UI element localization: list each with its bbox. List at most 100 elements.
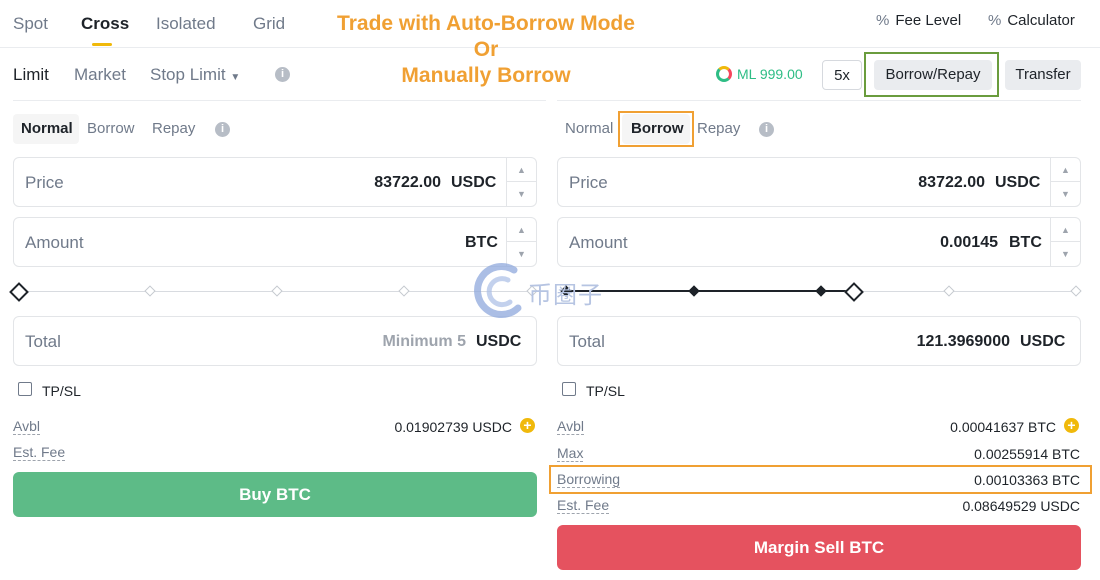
price-label: Price	[25, 173, 64, 192]
plus-circle-icon[interactable]: +	[520, 418, 535, 433]
margin-sell-btc-button[interactable]: Margin Sell BTC	[557, 525, 1081, 570]
margin-level-value: ML 999.00	[737, 66, 803, 82]
annotation-line-3: Manually Borrow	[401, 64, 571, 87]
order-type-divider-left	[13, 100, 546, 101]
amount-label: Amount	[25, 233, 84, 252]
buy-mode-borrow[interactable]: Borrow	[87, 120, 135, 137]
order-type-limit[interactable]: Limit	[13, 65, 49, 85]
amount-stepper[interactable]: ▲ ▼	[1050, 218, 1080, 266]
amount-unit: BTC	[1009, 234, 1042, 251]
max-value: 0.00255914 BTC	[974, 446, 1080, 462]
total-label: Total	[569, 332, 605, 351]
sell-slider-handle[interactable]	[844, 282, 864, 302]
price-stepper[interactable]: ▲ ▼	[1050, 158, 1080, 206]
sell-mode-normal[interactable]: Normal	[565, 120, 613, 137]
price-unit: USDC	[995, 174, 1041, 191]
sell-tpsl-checkbox[interactable]	[562, 382, 576, 396]
order-type-market[interactable]: Market	[74, 65, 126, 85]
order-type-divider-right	[557, 100, 1081, 101]
amount-value: 0.00145	[940, 234, 998, 251]
increment-icon[interactable]: ▲	[507, 158, 536, 182]
avbl-value: 0.00041637 BTC	[950, 419, 1056, 435]
price-stepper[interactable]: ▲ ▼	[506, 158, 536, 206]
chevron-down-icon: ▼	[230, 72, 241, 83]
total-unit: USDC	[476, 333, 522, 350]
buy-btc-button[interactable]: Buy BTC	[13, 472, 537, 517]
buy-mode-normal[interactable]: Normal	[21, 120, 73, 137]
increment-icon[interactable]: ▲	[1051, 158, 1080, 182]
calculator-label: Calculator	[1007, 12, 1075, 29]
price-value: 83722.00	[918, 174, 985, 191]
gauge-icon	[716, 66, 732, 82]
borrow-repay-highlight	[864, 52, 999, 97]
annotation-line-1: Trade with Auto-Borrow Mode	[337, 12, 635, 35]
decrement-icon[interactable]: ▼	[507, 182, 536, 206]
slider-mark-25[interactable]	[144, 285, 156, 297]
info-icon[interactable]: i	[275, 67, 290, 82]
decrement-icon[interactable]: ▼	[1051, 242, 1080, 266]
est-fee-label: Est. Fee	[557, 497, 610, 514]
active-tab-indicator	[92, 43, 112, 46]
sell-price-field[interactable]: Price 83722.00 USDC ▲ ▼	[557, 157, 1081, 207]
slider-mark-100[interactable]	[1070, 285, 1082, 297]
buy-price-field[interactable]: Price 83722.00 USDC ▲ ▼	[13, 157, 537, 207]
avbl-value: 0.01902739 USDC	[394, 419, 512, 435]
sell-mode-repay[interactable]: Repay	[697, 120, 740, 137]
decrement-icon[interactable]: ▼	[1051, 182, 1080, 206]
total-label: Total	[25, 332, 61, 351]
slider-mark-50[interactable]	[815, 285, 827, 297]
tpsl-label: TP/SL	[586, 383, 625, 399]
buy-total-field[interactable]: Total Minimum 5 USDC	[13, 316, 537, 366]
price-value: 83722.00	[374, 174, 441, 191]
amount-label: Amount	[569, 233, 628, 252]
watermark-logo	[474, 263, 522, 318]
max-label: Max	[557, 445, 584, 462]
margin-level[interactable]: ML 999.00	[716, 66, 803, 82]
tab-spot[interactable]: Spot	[13, 14, 48, 34]
avbl-label: Avbl	[13, 418, 40, 435]
avbl-label: Avbl	[557, 418, 584, 435]
increment-icon[interactable]: ▲	[1051, 218, 1080, 242]
tab-grid[interactable]: Grid	[253, 14, 285, 34]
fee-level-button[interactable]: % Fee Level	[876, 12, 961, 29]
price-unit: USDC	[451, 174, 497, 191]
buy-amount-field[interactable]: Amount BTC ▲ ▼	[13, 217, 537, 267]
borrowing-label: Borrowing	[557, 471, 621, 488]
tpsl-label: TP/SL	[42, 383, 81, 399]
calculator-button[interactable]: % Calculator	[988, 12, 1075, 29]
fee-level-icon: %	[876, 12, 890, 29]
amount-stepper[interactable]: ▲ ▼	[506, 218, 536, 266]
sell-slider-filled[interactable]	[566, 290, 854, 292]
total-value: 121.3969000	[916, 333, 1010, 350]
leverage-button[interactable]: 5x	[822, 60, 862, 90]
plus-circle-icon[interactable]: +	[1064, 418, 1079, 433]
transfer-button[interactable]: Transfer	[1005, 60, 1081, 90]
info-icon[interactable]: i	[215, 122, 230, 137]
info-icon[interactable]: i	[759, 122, 774, 137]
price-label: Price	[569, 173, 608, 192]
tab-cross[interactable]: Cross	[81, 14, 129, 34]
sell-total-field[interactable]: Total 121.3969000 USDC	[557, 316, 1081, 366]
buy-mode-repay[interactable]: Repay	[152, 120, 195, 137]
sell-slider-track[interactable]	[854, 291, 1078, 292]
total-placeholder: Minimum 5	[382, 333, 466, 350]
annotation-line-2: Or	[473, 38, 499, 61]
slider-mark-75[interactable]	[398, 285, 410, 297]
calculator-icon: %	[988, 12, 1002, 29]
slider-mark-50[interactable]	[271, 285, 283, 297]
fee-level-label: Fee Level	[895, 12, 962, 29]
increment-icon[interactable]: ▲	[507, 218, 536, 242]
borrow-mode-highlight	[618, 111, 694, 147]
buy-slider-handle[interactable]	[9, 282, 29, 302]
stop-limit-label: Stop Limit	[150, 65, 226, 84]
slider-mark-75[interactable]	[943, 285, 955, 297]
tab-isolated[interactable]: Isolated	[156, 14, 216, 34]
order-type-stop-limit[interactable]: Stop Limit ▼	[150, 65, 240, 85]
watermark-text: 币圈子	[528, 282, 603, 309]
sell-amount-field[interactable]: Amount 0.00145 BTC ▲ ▼	[557, 217, 1081, 267]
est-fee-label: Est. Fee	[13, 444, 66, 461]
total-unit: USDC	[1020, 333, 1066, 350]
est-fee-value: 0.08649529 USDC	[962, 498, 1080, 514]
slider-mark-25[interactable]	[688, 285, 700, 297]
buy-tpsl-checkbox[interactable]	[18, 382, 32, 396]
